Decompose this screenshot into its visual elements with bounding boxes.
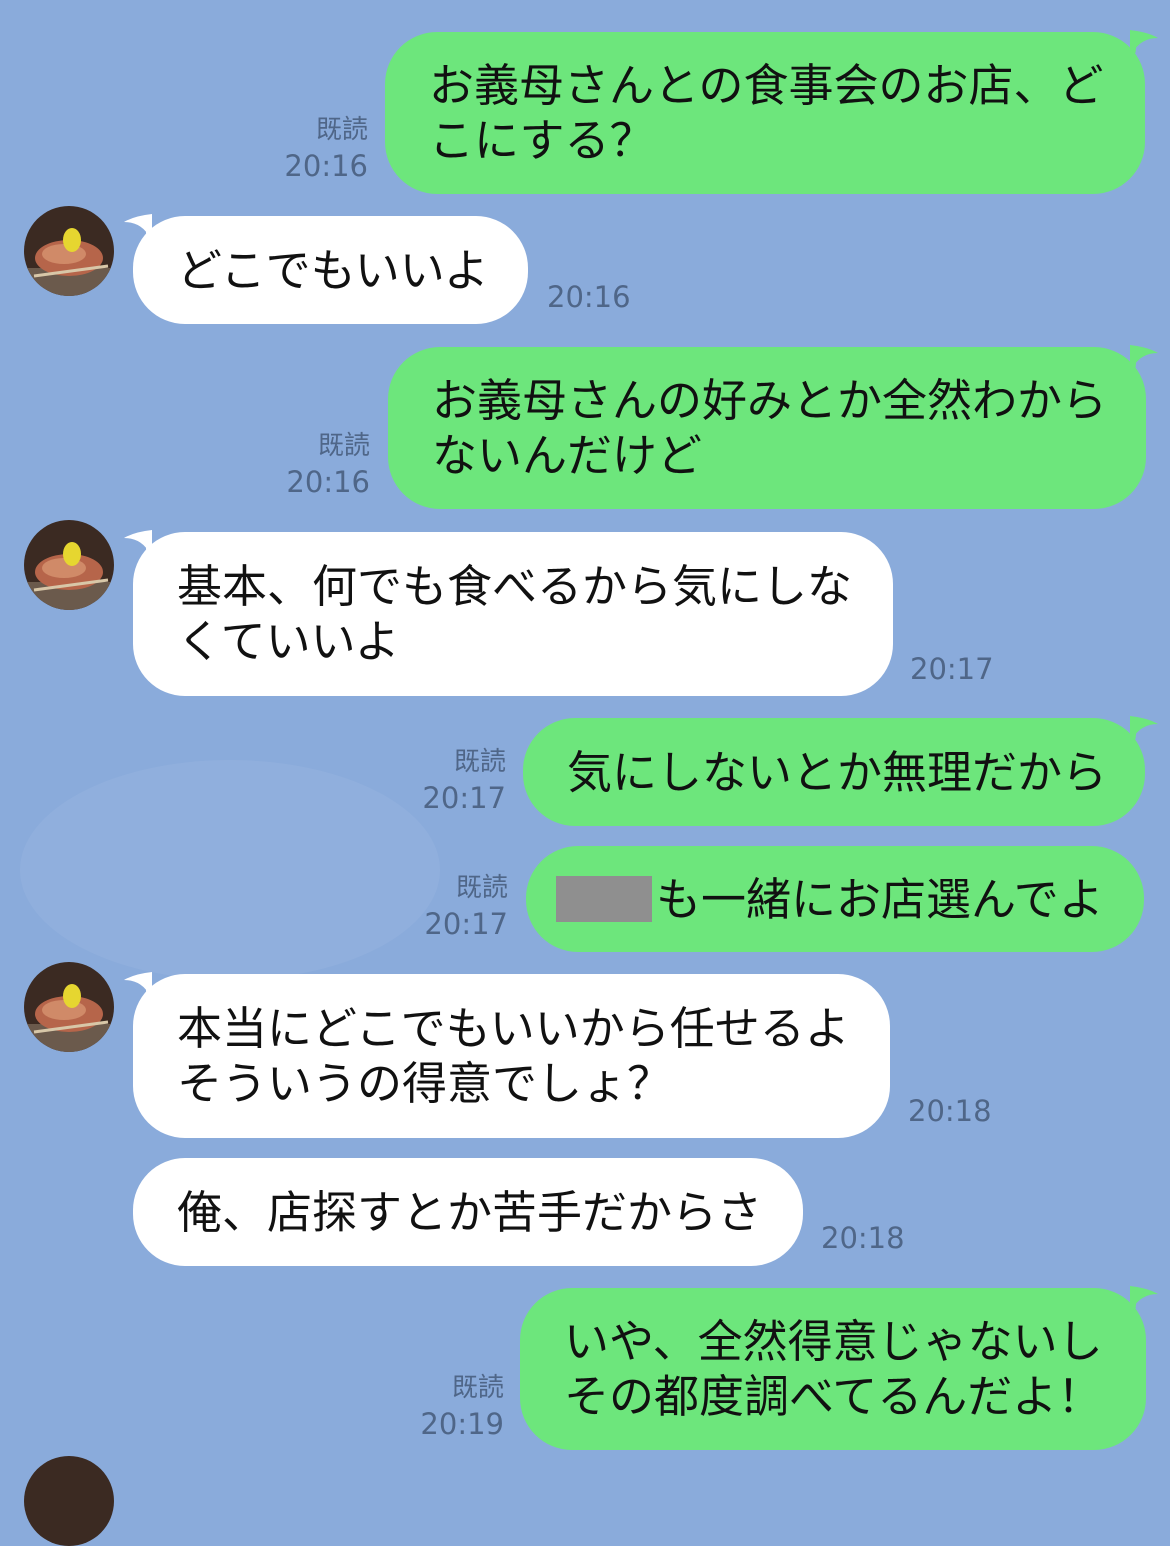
incoming-message-bubble[interactable]: 基本、何でも食べるから気にしな くていいよ: [133, 532, 893, 696]
bubble-tail: [1130, 30, 1160, 60]
message-time: 20:17: [424, 907, 508, 941]
message-meta: 既読 20:16: [252, 428, 370, 500]
outgoing-message-bubble[interactable]: も一緒にお店選んでよ: [526, 846, 1144, 952]
message-line: 本当にどこでもいいから任せるよ: [177, 1002, 850, 1055]
message-line: お義母さんの好みとか全然わから: [432, 374, 1108, 427]
message-line: いや、全然得意じゃないし: [564, 1315, 1103, 1368]
read-receipt: 既読: [455, 873, 508, 903]
message-line: お義母さんとの食事会のお店、ど: [429, 59, 1104, 112]
message-time: 20:17: [422, 781, 506, 815]
yakitori-avatar[interactable]: [24, 206, 114, 296]
message-time: 20:18: [908, 1094, 992, 1128]
yakitori-avatar[interactable]: [24, 962, 114, 1052]
read-receipt: 既読: [317, 431, 370, 461]
read-receipt: 既読: [453, 747, 506, 777]
message-line-row: も一緒にお店選んでよ: [556, 872, 1114, 927]
message-line: 基本、何でも食べるから気にしな: [177, 560, 853, 613]
bubble-tail: [122, 972, 152, 1002]
message-line: こにする？: [429, 114, 655, 167]
message-line: くていいよ: [177, 615, 400, 668]
message-meta: 既読 20:17: [392, 870, 508, 942]
message-line: そういうの得意でしょ？: [177, 1057, 673, 1110]
chat-area[interactable]: 既読 20:16 お義母さんとの食事会のお店、ど こにする？ どこでもいいよ 2…: [0, 0, 1170, 1546]
message-time: 20:18: [821, 1221, 905, 1255]
message-meta: 既読 20:16: [250, 112, 368, 184]
message-meta: 既読 20:19: [386, 1370, 504, 1442]
message-line: も一緒にお店選んでよ: [656, 872, 1104, 926]
bubble-tail: [1130, 345, 1160, 375]
message-time: 20:16: [286, 465, 370, 499]
background-cloud: [20, 760, 440, 980]
yakitori-avatar[interactable]: [24, 520, 114, 610]
incoming-message-bubble[interactable]: どこでもいいよ: [133, 216, 528, 324]
outgoing-message-bubble[interactable]: お義母さんの好みとか全然わから ないんだけど: [388, 347, 1146, 509]
read-receipt: 既読: [315, 115, 368, 145]
message-line: 気にしないとか無理だから: [567, 745, 1108, 799]
message-line: 俺、店探すとか苦手だからさ: [177, 1185, 763, 1239]
incoming-message-bubble[interactable]: 本当にどこでもいいから任せるよ そういうの得意でしょ？: [133, 974, 890, 1138]
bubble-tail: [122, 530, 152, 560]
redacted-name-block: [556, 876, 652, 922]
message-line: ないんだけど: [432, 429, 703, 482]
bubble-tail: [1130, 716, 1160, 746]
bubble-tail: [1130, 1286, 1160, 1316]
yakitori-avatar[interactable]: [24, 1456, 114, 1546]
message-time: 20:19: [420, 1407, 504, 1441]
message-time: 20:16: [284, 149, 368, 183]
message-meta: 既読 20:17: [390, 744, 506, 816]
outgoing-message-bubble[interactable]: 気にしないとか無理だから: [523, 718, 1145, 826]
read-receipt: 既読: [451, 1373, 504, 1403]
incoming-message-bubble[interactable]: 俺、店探すとか苦手だからさ: [133, 1158, 803, 1266]
outgoing-message-bubble[interactable]: いや、全然得意じゃないし その都度調べてるんだよ！: [520, 1288, 1146, 1450]
message-time: 20:17: [910, 652, 994, 686]
message-line: その都度調べてるんだよ！: [564, 1370, 1103, 1423]
outgoing-message-bubble[interactable]: お義母さんとの食事会のお店、ど こにする？: [385, 32, 1145, 194]
bubble-tail: [122, 214, 152, 244]
message-line: どこでもいいよ: [177, 243, 489, 297]
message-time: 20:16: [547, 280, 631, 314]
